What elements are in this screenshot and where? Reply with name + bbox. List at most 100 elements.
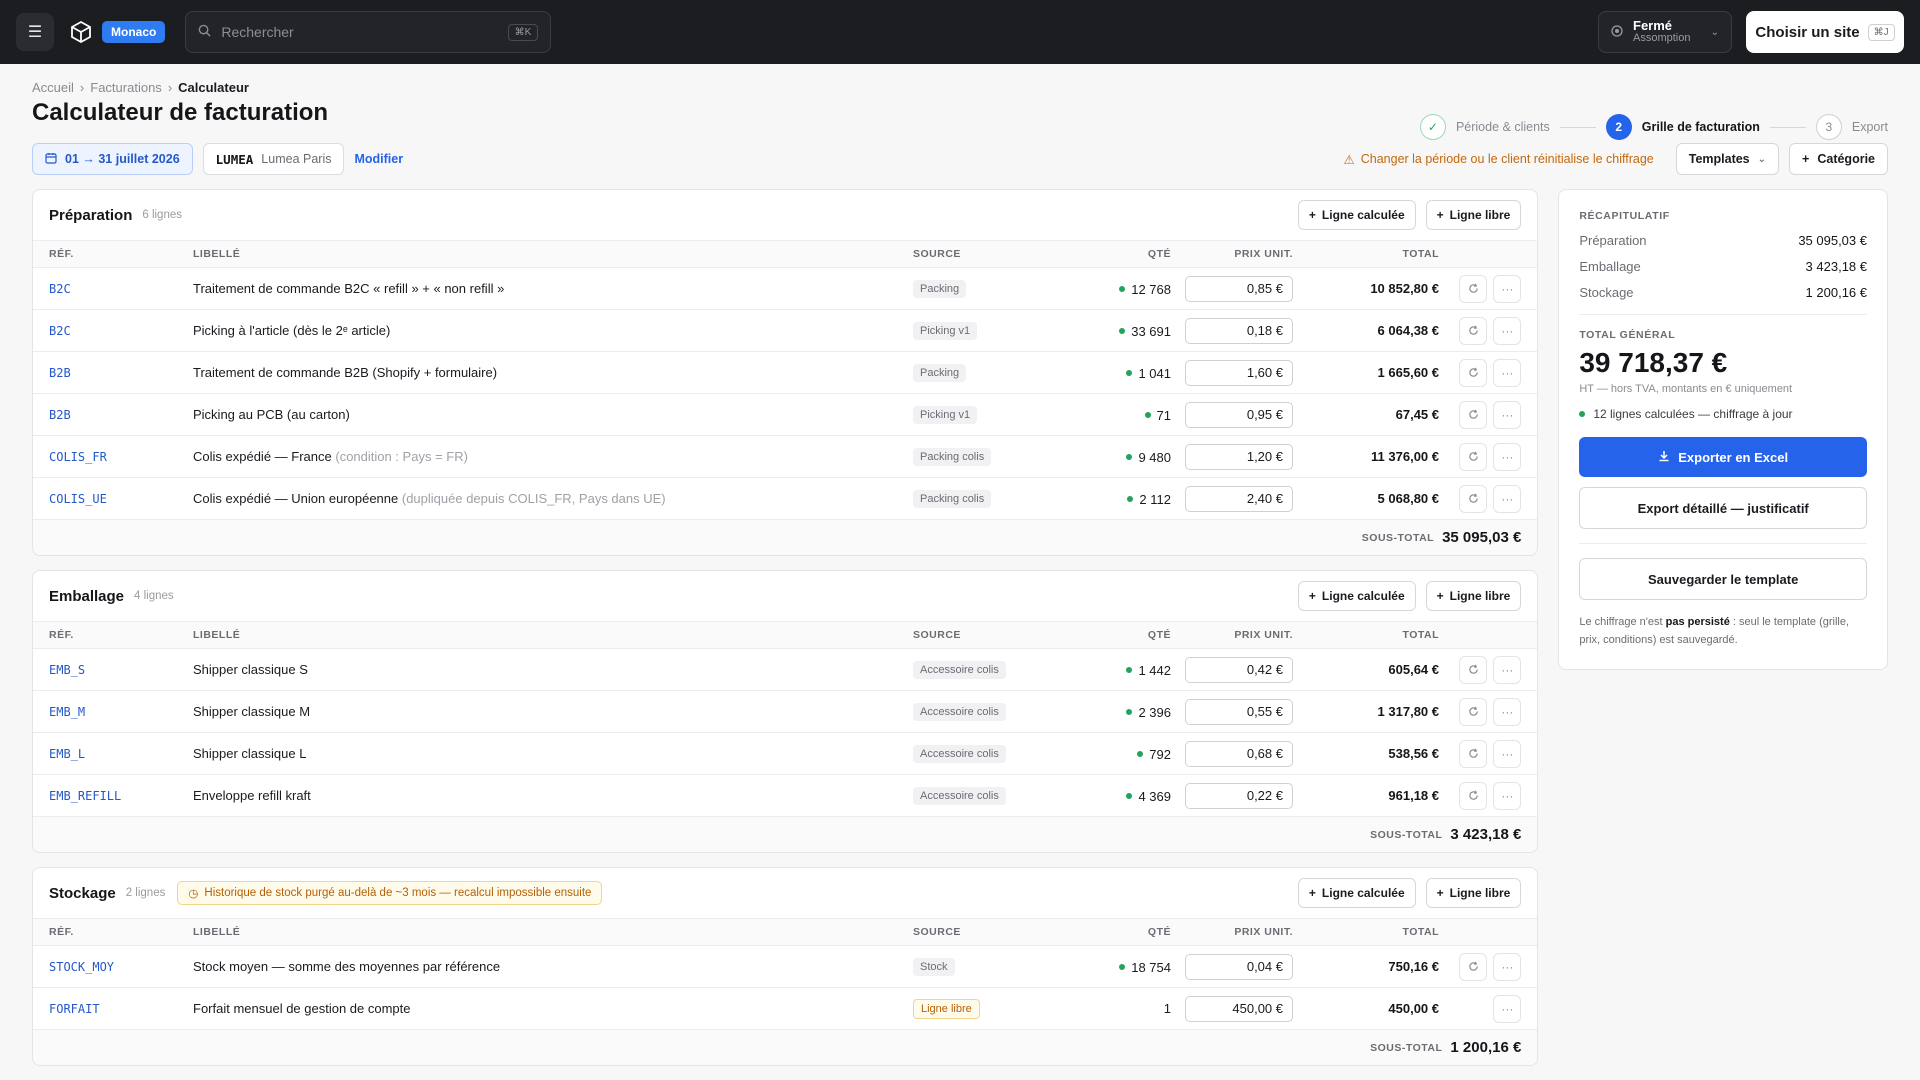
table-row[interactable]: EMB_L Shipper classique L Accessoire colis… (33, 732, 1538, 774)
table-row[interactable]: B2B Picking au PCB (au carton) Picking v1 7… (33, 393, 1538, 435)
row-ref[interactable]: STOCK_MOY (49, 960, 114, 974)
more-icon[interactable]: ··· (1493, 655, 1522, 684)
menu-button[interactable]: ☰ (16, 13, 54, 51)
unit-price-input[interactable]: 1,20 € (1185, 443, 1293, 470)
unit-price-input[interactable]: 2,40 € (1185, 485, 1293, 512)
col-source: SOURCE (913, 248, 961, 260)
site-status-dropdown[interactable]: Fermé Assomption ⌄ (1598, 11, 1732, 53)
row-total: 67,45 € (1395, 407, 1439, 422)
more-icon[interactable]: ··· (1493, 484, 1522, 513)
row-ref[interactable]: COLIS_UE (49, 492, 107, 506)
refresh-icon[interactable] (1459, 400, 1488, 429)
add-calculated-line-button[interactable]: + Ligne calculée (1297, 581, 1416, 611)
table-row[interactable]: EMB_S Shipper classique S Accessoire colis… (33, 648, 1538, 690)
choose-site-button[interactable]: Choisir un site ⌘J (1746, 11, 1904, 53)
row-ref[interactable]: EMB_M (49, 705, 85, 719)
templates-dropdown[interactable]: Templates ⌄ (1675, 143, 1780, 175)
add-calculated-line-button[interactable]: + Ligne calculée (1297, 200, 1416, 230)
more-icon[interactable]: ··· (1493, 952, 1522, 981)
add-category-button[interactable]: + Catégorie (1789, 143, 1888, 175)
more-icon[interactable]: ··· (1493, 400, 1522, 429)
row-ref[interactable]: EMB_L (49, 747, 85, 761)
status-dot-icon (1137, 751, 1144, 758)
row-ref[interactable]: B2C (49, 324, 71, 338)
table-row[interactable]: STOCK_MOY Stock moyen — somme des moyenne… (33, 945, 1538, 987)
refresh-icon[interactable] (1459, 781, 1488, 810)
unit-price-input[interactable]: 0,55 € (1185, 698, 1293, 725)
unit-price-input[interactable]: 1,60 € (1185, 359, 1293, 386)
add-free-line-button[interactable]: + Ligne libre (1425, 200, 1522, 230)
section-2: Stockage 2 lignes ◷ Historique de stock pur… (32, 867, 1539, 1066)
table-row[interactable]: COLIS_FR Colis expédié — France (conditio… (33, 435, 1538, 477)
refresh-icon[interactable] (1459, 655, 1488, 684)
table-row[interactable]: EMB_M Shipper classique M Accessoire colis… (33, 690, 1538, 732)
col-total: TOTAL (1402, 629, 1439, 641)
step-connector (1559, 126, 1596, 128)
row-ref[interactable]: COLIS_FR (49, 450, 107, 464)
date-range-chip[interactable]: 01 → 31 juillet 2026 (32, 143, 193, 175)
step-export[interactable]: 3 Export (1815, 114, 1888, 140)
more-icon[interactable]: ··· (1493, 274, 1522, 303)
refresh-icon[interactable] (1459, 697, 1488, 726)
refresh-icon[interactable] (1459, 274, 1488, 303)
add-calculated-line-button[interactable]: + Ligne calculée (1297, 878, 1416, 908)
row-note: (condition : Pays = FR) (335, 449, 468, 464)
client-chip[interactable]: LUMEA Lumea Paris (202, 143, 345, 175)
add-free-line-button[interactable]: + Ligne libre (1425, 878, 1522, 908)
table-row[interactable]: B2C Traitement de commande B2C « refill »… (33, 267, 1538, 309)
unit-price-input[interactable]: 450,00 € (1185, 995, 1293, 1022)
unit-price-input[interactable]: 0,95 € (1185, 401, 1293, 428)
row-qty: 71 (1156, 407, 1171, 423)
unit-price-input[interactable]: 0,22 € (1185, 782, 1293, 809)
row-ref[interactable]: FORFAIT (49, 1002, 100, 1016)
unit-price-input[interactable]: 0,18 € (1185, 317, 1293, 344)
unit-price-input[interactable]: 0,42 € (1185, 656, 1293, 683)
summary-panel: RÉCAPITULATIF Préparation 35 095,03 € Emb… (1558, 189, 1888, 671)
more-icon[interactable]: ··· (1493, 316, 1522, 345)
step-period-clients[interactable]: ✓ Période & clients (1419, 114, 1550, 140)
site-badge[interactable]: Monaco (102, 21, 166, 43)
more-icon[interactable]: ··· (1493, 358, 1522, 387)
export-detailed-button[interactable]: Export détaillé — justificatif (1579, 487, 1867, 529)
breadcrumb-billing[interactable]: Facturations (90, 80, 162, 95)
more-icon[interactable]: ··· (1493, 781, 1522, 810)
refresh-icon[interactable] (1459, 358, 1488, 387)
more-icon[interactable]: ··· (1493, 442, 1522, 471)
add-free-line-button[interactable]: + Ligne libre (1425, 581, 1522, 611)
logo-icon[interactable] (68, 19, 94, 45)
save-template-button[interactable]: Sauvegarder le template (1579, 558, 1867, 600)
table-row[interactable]: B2C Picking à l'article (dès le 2ᵉ articl… (33, 309, 1538, 351)
refresh-icon[interactable] (1459, 316, 1488, 345)
search-input[interactable]: Rechercher ⌘K (185, 11, 552, 53)
breadcrumb-separator: › (79, 80, 85, 95)
export-excel-button[interactable]: Exporter en Excel (1579, 437, 1867, 477)
table-row[interactable]: FORFAIT Forfait mensuel de gestion de com… (33, 987, 1538, 1029)
refresh-icon[interactable] (1459, 484, 1488, 513)
unit-price-input[interactable]: 0,04 € (1185, 953, 1293, 980)
row-ref[interactable]: EMB_S (49, 663, 85, 677)
more-icon[interactable]: ··· (1493, 739, 1522, 768)
row-ref[interactable]: B2C (49, 282, 71, 296)
note-part: Le chiffrage n'est (1579, 616, 1666, 628)
step-billing-grid[interactable]: 2 Grille de facturation (1605, 114, 1760, 140)
modify-link[interactable]: Modifier (354, 152, 403, 166)
more-icon[interactable]: ··· (1493, 697, 1522, 726)
unit-price-input[interactable]: 0,68 € (1185, 740, 1293, 767)
row-ref[interactable]: B2B (49, 366, 71, 380)
row-ref[interactable]: EMB_REFILL (49, 789, 121, 803)
more-icon[interactable]: ··· (1493, 994, 1522, 1023)
table-row[interactable]: EMB_REFILL Enveloppe refill kraft Accessoi… (33, 774, 1538, 816)
row-ref[interactable]: B2B (49, 408, 71, 422)
refresh-icon[interactable] (1459, 739, 1488, 768)
refresh-icon[interactable] (1459, 952, 1488, 981)
unit-price-input[interactable]: 0,85 € (1185, 275, 1293, 302)
col-ref: RÉF. (49, 629, 74, 641)
table-row[interactable]: B2B Traitement de commande B2B (Shopify +… (33, 351, 1538, 393)
breadcrumb-home[interactable]: Accueil (32, 80, 74, 95)
table-row[interactable]: COLIS_UE Colis expédié — Union européenne… (33, 477, 1538, 519)
step-label: Grille de facturation (1641, 120, 1760, 134)
status-icon (1611, 24, 1623, 40)
choose-site-shortcut: ⌘J (1867, 23, 1895, 41)
row-total: 5 068,80 € (1377, 491, 1439, 506)
refresh-icon[interactable] (1459, 442, 1488, 471)
